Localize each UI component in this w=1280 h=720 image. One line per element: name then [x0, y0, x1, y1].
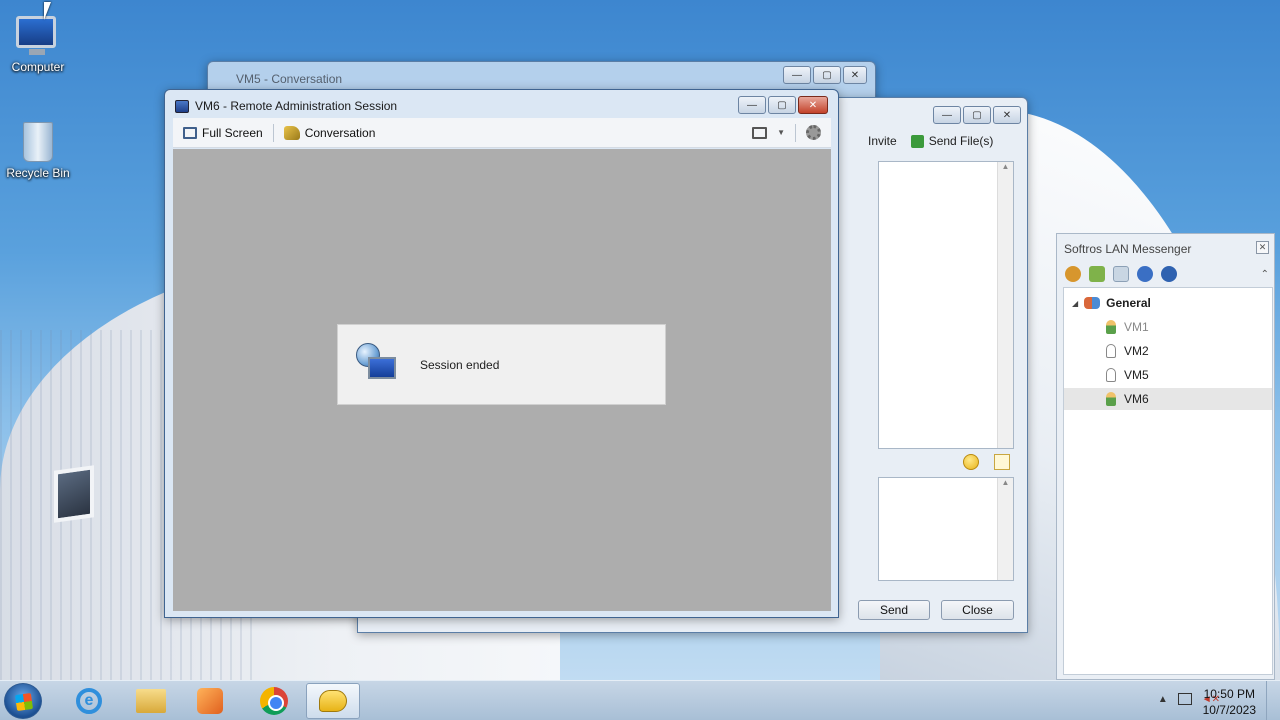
monitor-icon[interactable] [752, 126, 768, 139]
conversation-toolbar: Invite Send File(s) [868, 134, 993, 148]
remote-admin-icon [175, 99, 189, 113]
info-icon[interactable] [1161, 266, 1177, 282]
smiley-icon[interactable] [963, 454, 979, 470]
session-ended-panel: Session ended [337, 324, 666, 405]
contact-list: ◢ General VM1 VM2 VM5 VM6 [1063, 287, 1273, 675]
network-icon[interactable] [1177, 693, 1192, 705]
toolbar-divider [795, 123, 796, 142]
wallpaper-window [54, 465, 94, 523]
clock-date: 10/7/2023 [1202, 703, 1256, 717]
window-title: VM5 - Conversation [236, 72, 343, 86]
user-online-icon [1106, 392, 1116, 406]
taskbar: e ▲ ◄✕ 10:50 PM 10/7/2023 [0, 680, 1280, 720]
internet-explorer-icon: e [76, 688, 102, 714]
close-button[interactable]: ✕ [798, 96, 828, 114]
media-player-icon [197, 688, 223, 714]
desktop-icon-label: Recycle Bin [6, 166, 70, 180]
close-button[interactable]: ✕ [993, 106, 1021, 124]
user-offline-icon [1106, 368, 1116, 382]
close-dialog-button[interactable]: Close [941, 600, 1014, 620]
group-general[interactable]: ◢ General [1064, 292, 1272, 314]
contact-vm6[interactable]: VM6 [1064, 388, 1272, 410]
desktop-icon-recycle-bin[interactable]: Recycle Bin [0, 120, 76, 180]
full-screen-label: Full Screen [202, 125, 263, 140]
history-icon[interactable] [1113, 266, 1129, 282]
show-hidden-icons-icon[interactable]: ▲ [1158, 694, 1168, 705]
taskbar-chrome[interactable] [247, 683, 301, 719]
contact-vm1[interactable]: VM1 [1064, 316, 1272, 338]
session-message: Session ended [420, 357, 500, 372]
contact-vm2[interactable]: VM2 [1064, 340, 1272, 362]
vm6-remote-admin-window[interactable]: VM6 - Remote Administration Session — ▢ … [164, 89, 839, 618]
recycle-bin-icon [23, 122, 53, 162]
send-files-button[interactable]: Send File(s) [910, 134, 994, 148]
scrollbar[interactable]: ▲ [997, 478, 1013, 580]
conversation-icon [283, 125, 300, 140]
chevron-up-icon[interactable]: ⌃ [1261, 269, 1269, 280]
window-title: VM6 - Remote Administration Session [195, 99, 398, 113]
conversation-button[interactable]: Conversation [283, 125, 376, 140]
close-button[interactable]: ✕ [1256, 241, 1269, 254]
send-files-label: Send File(s) [928, 134, 994, 148]
help-icon[interactable] [1137, 266, 1153, 282]
desktop-icon-computer[interactable]: Computer [0, 8, 76, 74]
minimize-button[interactable]: — [783, 66, 811, 84]
softros-messenger-panel[interactable]: Softros LAN Messenger ✕ ⌃ ◢ General VM1 … [1056, 233, 1275, 680]
invite-button[interactable]: Invite [868, 134, 897, 148]
clock[interactable]: 10:50 PM 10/7/2023 [1203, 686, 1256, 718]
softros-toolbar: ⌃ [1065, 263, 1269, 285]
clock-time: 10:50 PM [1203, 687, 1255, 701]
contact-vm5[interactable]: VM5 [1064, 364, 1272, 386]
collapse-icon[interactable]: ◢ [1072, 299, 1078, 308]
computer-icon [16, 16, 56, 55]
chrome-icon [260, 687, 288, 715]
conversation-label: Conversation [304, 125, 376, 140]
full-screen-icon [183, 126, 197, 139]
contact-name: VM6 [1124, 392, 1149, 406]
maximize-button[interactable]: ▢ [768, 96, 796, 114]
folder-icon [136, 689, 166, 713]
send-button[interactable]: Send [858, 600, 930, 620]
user-offline-icon [1106, 344, 1116, 358]
desktop-icon-label: Computer [11, 60, 65, 74]
close-button[interactable]: ✕ [843, 66, 867, 84]
note-icon[interactable] [994, 454, 1010, 470]
maximize-button[interactable]: ▢ [963, 106, 991, 124]
group-label: General [1106, 296, 1151, 310]
minimize-button[interactable]: — [738, 96, 766, 114]
taskbar-internet-explorer[interactable]: e [62, 683, 116, 719]
maximize-button[interactable]: ▢ [813, 66, 841, 84]
folder-icon[interactable] [1089, 266, 1105, 282]
show-desktop-button[interactable] [1266, 681, 1280, 720]
message-input[interactable]: ▲ [878, 477, 1014, 581]
remote-toolbar: Full Screen Conversation ▼ [173, 118, 831, 148]
taskbar-windows-explorer[interactable] [124, 683, 178, 719]
full-screen-button[interactable]: Full Screen [183, 126, 263, 140]
settings-icon[interactable] [1065, 266, 1081, 282]
user-online-icon [1106, 320, 1116, 334]
gear-icon[interactable] [806, 125, 821, 140]
scrollbar[interactable]: ▲ [997, 162, 1013, 448]
message-history[interactable]: ▲ [878, 161, 1014, 449]
taskbar-softros-messenger[interactable] [306, 683, 360, 719]
chat-bubble-icon [319, 690, 347, 712]
panel-title: Softros LAN Messenger [1064, 242, 1192, 256]
start-button[interactable] [4, 683, 42, 719]
contact-name: VM1 [1124, 320, 1149, 334]
group-icon [1084, 297, 1101, 309]
remote-screen-area[interactable]: Session ended [173, 149, 831, 611]
invite-label: Invite [868, 134, 897, 148]
contact-name: VM5 [1124, 368, 1149, 382]
chevron-down-icon[interactable]: ▼ [777, 128, 785, 137]
mouse-cursor-icon [44, 2, 58, 20]
network-computer-icon [356, 342, 400, 387]
taskbar-media-player[interactable] [183, 683, 237, 719]
send-files-icon [910, 134, 924, 148]
toolbar-divider [272, 123, 274, 142]
minimize-button[interactable]: — [933, 106, 961, 124]
contact-name: VM2 [1124, 344, 1149, 358]
